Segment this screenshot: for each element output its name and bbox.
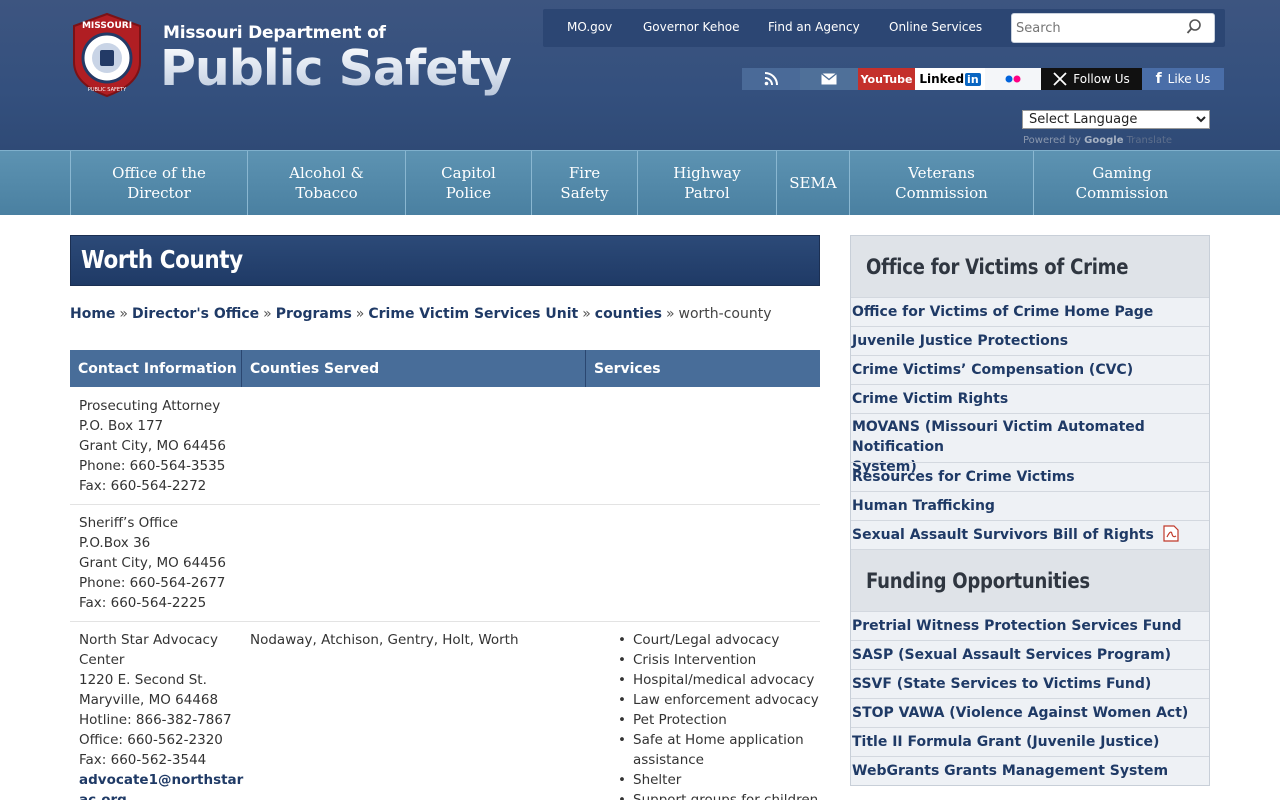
linkedin-icon: Linked in — [919, 72, 981, 86]
sidebar-link-title-ii[interactable]: Title II Formula Grant (Juvenile Justice… — [851, 727, 1209, 756]
list-item: Safe at Home applicationassistance — [618, 730, 819, 770]
email-button[interactable] — [800, 68, 858, 90]
email-link[interactable]: advocate1@northstar ac.org — [79, 770, 243, 800]
sidebar: Office for Victims of Crime Office for V… — [850, 235, 1210, 786]
table-row: Prosecuting Attorney P.O. Box 177 Grant … — [70, 387, 820, 505]
sidebar-link-victim-rights[interactable]: Crime Victim Rights — [851, 384, 1209, 413]
svg-text:PUBLIC SAFETY: PUBLIC SAFETY — [88, 87, 127, 93]
brand-title[interactable]: Public Safety — [160, 40, 512, 97]
contact-cell: Sheriff’s Office P.O.Box 36 Grant City, … — [79, 515, 226, 611]
breadcrumb-separator: » — [119, 306, 128, 322]
sidebar-link-resources[interactable]: Resources for Crime Victims — [851, 462, 1209, 491]
contact-cell: Prosecuting Attorney P.O. Box 177 Grant … — [79, 398, 226, 494]
sidebar-link-human-trafficking[interactable]: Human Trafficking — [851, 491, 1209, 520]
rss-button[interactable] — [742, 68, 800, 90]
flickr-button[interactable] — [985, 68, 1041, 90]
nav-capitol-police[interactable]: Capitol Police — [406, 151, 532, 215]
search-input[interactable] — [1012, 14, 1182, 42]
breadcrumb-crime-victim-services[interactable]: Crime Victim Services Unit — [368, 306, 578, 322]
sidebar-link-ovc-home[interactable]: Office for Victims of Crime Home Page — [851, 297, 1209, 326]
x-follow-button[interactable]: Follow Us — [1041, 68, 1142, 90]
sidebar-link-pretrial-witness[interactable]: Pretrial Witness Protection Services Fun… — [851, 611, 1209, 640]
x-follow-label: Follow Us — [1073, 72, 1130, 86]
breadcrumb-separator: » — [263, 306, 272, 322]
language-select[interactable]: Select Language — [1022, 110, 1210, 129]
sidebar-link-stop-vawa[interactable]: STOP VAWA (Violence Against Women Act) — [851, 698, 1209, 727]
svg-text:MISSOURI: MISSOURI — [82, 21, 132, 31]
youtube-icon: YouTube — [860, 72, 913, 86]
linkedin-button[interactable]: Linked in — [915, 68, 985, 90]
missouri-seal-logo[interactable]: MISSOURI PUBLIC SAFETY — [70, 12, 144, 98]
youtube-button[interactable]: YouTube — [858, 68, 915, 90]
breadcrumb-counties[interactable]: counties — [595, 306, 662, 322]
list-item: Shelter — [618, 770, 819, 790]
column-header-services: Services — [594, 360, 661, 377]
sidebar-link-sasp[interactable]: SASP (Sexual Assault Services Program) — [851, 640, 1209, 669]
link-mo-gov[interactable]: MO.gov — [567, 20, 612, 34]
table-row: Sheriff’s Office P.O.Box 36 Grant City, … — [70, 505, 820, 622]
breadcrumb-current: worth-county — [678, 306, 772, 322]
breadcrumb: Home» Director's Office» Programs» Crime Vi… — [70, 306, 771, 322]
page-title-banner: Worth County — [70, 235, 820, 286]
column-header-contact: Contact Information — [70, 350, 242, 387]
sidebar-link-cvc[interactable]: Crime Victims’ Compensation (CVC) — [851, 355, 1209, 384]
facebook-icon: f — [1155, 71, 1162, 87]
x-icon — [1053, 72, 1067, 86]
nav-office-of-director[interactable]: Office of the Director — [70, 151, 248, 215]
table-row: North Star Advocacy Center 1220 E. Secon… — [70, 622, 820, 800]
list-item: Pet Protection — [618, 710, 819, 730]
sidebar-link-juvenile-justice[interactable]: Juvenile Justice Protections — [851, 326, 1209, 355]
link-find-agency[interactable]: Find an Agency — [768, 20, 860, 34]
nav-gaming-commission[interactable]: Gaming Commission — [1034, 151, 1210, 215]
breadcrumb-programs[interactable]: Programs — [276, 306, 352, 322]
list-item: Hospital/medical advocacy — [618, 670, 819, 690]
google-logo: Google — [1084, 135, 1124, 146]
site-header: MISSOURI PUBLIC SAFETY Missouri Departme… — [0, 0, 1280, 150]
nav-veterans-commission[interactable]: Veterans Commission — [850, 151, 1034, 215]
sidebar-link-ssvf[interactable]: SSVF (State Services to Victims Fund) — [851, 669, 1209, 698]
list-item: Crisis Intervention — [618, 650, 819, 670]
breadcrumb-separator: » — [665, 306, 675, 322]
breadcrumb-directors-office[interactable]: Director's Office — [132, 306, 259, 322]
breadcrumb-separator: » — [582, 306, 591, 322]
search-box — [1011, 13, 1215, 43]
flickr-icon — [1005, 75, 1021, 83]
nav-sema[interactable]: SEMA — [777, 151, 850, 215]
envelope-icon — [821, 73, 837, 85]
list-item: Law enforcement advocacy — [618, 690, 819, 710]
services-list: Court/Legal advocacy Crisis Intervention… — [618, 630, 819, 800]
sidebar-heading-funding: Funding Opportunities — [851, 549, 1209, 611]
nav-alcohol-tobacco[interactable]: Alcohol & Tobacco — [248, 151, 406, 215]
powered-by-google: Powered by Google Translate — [1023, 135, 1173, 146]
sidebar-link-bill-of-rights[interactable]: Sexual Assault Survivors Bill of Rights — [851, 520, 1209, 549]
breadcrumb-home[interactable]: Home — [70, 306, 115, 322]
facebook-like-button[interactable]: f Like Us — [1142, 68, 1224, 90]
counties-cell: Nodaway, Atchison, Gentry, Holt, Worth — [250, 632, 519, 648]
link-online-services[interactable]: Online Services — [889, 20, 982, 34]
breadcrumb-separator: » — [355, 306, 365, 322]
table-header: Contact Information Counties Served Serv… — [70, 350, 820, 387]
contact-cell: North Star Advocacy Center 1220 E. Secon… — [79, 630, 243, 800]
rss-icon — [764, 72, 778, 86]
sidebar-link-movans[interactable]: MOVANS (Missouri Victim Automated Notifi… — [851, 413, 1209, 475]
link-governor[interactable]: Governor Kehoe — [643, 20, 740, 34]
sidebar-heading-victims: Office for Victims of Crime — [851, 236, 1209, 297]
sidebar-link-webgrants[interactable]: WebGrants Grants Management System — [851, 756, 1209, 785]
utility-bar: MO.gov Governor Kehoe Find an Agency Onl… — [543, 9, 1225, 47]
pdf-icon — [1163, 525, 1179, 542]
main-navigation: Office of the Director Alcohol & Tobacco C… — [0, 150, 1280, 215]
column-header-counties: Counties Served — [242, 350, 586, 387]
translate-link[interactable]: Translate — [1127, 135, 1172, 146]
facebook-like-label: Like Us — [1167, 72, 1211, 86]
nav-highway-patrol[interactable]: Highway Patrol — [638, 151, 777, 215]
search-icon[interactable] — [1186, 19, 1202, 35]
page-title: Worth County — [81, 245, 243, 274]
nav-fire-safety[interactable]: Fire Safety — [532, 151, 638, 215]
list-item: Support groups for children — [618, 790, 819, 800]
list-item: Court/Legal advocacy — [618, 630, 819, 650]
